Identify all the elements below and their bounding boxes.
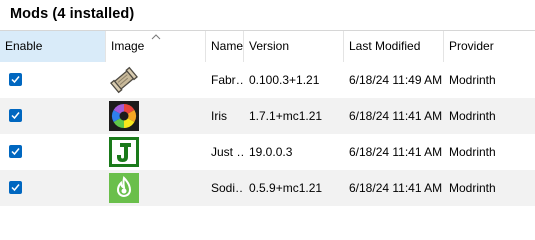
fabric-scroll-icon — [110, 66, 138, 94]
mod-provider: Modrinth — [449, 109, 496, 123]
checkmark-icon — [11, 184, 20, 192]
mod-provider: Modrinth — [449, 145, 496, 159]
table-row[interactable]: Fabr… 0.100.3+1.21 6/18/24 11:49 AM Modr… — [0, 62, 535, 98]
mod-last-modified: 6/18/24 11:41 AM — [349, 109, 443, 123]
column-header-enable[interactable]: Enable — [0, 31, 106, 62]
column-header-version[interactable]: Version — [244, 31, 344, 62]
mod-name: Iris — [211, 109, 227, 123]
mod-version: 0.100.3+1.21 — [249, 73, 320, 87]
checkmark-icon — [11, 148, 20, 156]
column-header-provider[interactable]: Provider — [444, 31, 535, 62]
sodium-flame-icon — [109, 173, 139, 203]
mod-provider: Modrinth — [449, 73, 496, 87]
sort-ascending-icon — [151, 34, 161, 40]
table-header: Enable Image Name Version Last Modified … — [0, 31, 535, 62]
mod-name: Fabr… — [211, 73, 244, 87]
checkmark-icon — [11, 112, 20, 120]
mod-name: Just … — [211, 145, 244, 159]
enable-checkbox[interactable] — [9, 109, 22, 122]
column-header-last-modified[interactable]: Last Modified — [344, 31, 444, 62]
enable-checkbox[interactable] — [9, 73, 22, 86]
table-row[interactable]: Just … 19.0.0.3 6/18/24 11:41 AM Modrint… — [0, 134, 535, 170]
enable-checkbox[interactable] — [9, 181, 22, 194]
enable-checkbox[interactable] — [9, 145, 22, 158]
checkmark-icon — [11, 76, 20, 84]
mod-name: Sodi… — [211, 181, 244, 195]
mod-last-modified: 6/18/24 11:41 AM — [349, 145, 443, 159]
table-row[interactable]: Iris 1.7.1+mc1.21 6/18/24 11:41 AM Modri… — [0, 98, 535, 134]
mod-last-modified: 6/18/24 11:49 AM — [349, 73, 443, 87]
column-header-name[interactable]: Name — [206, 31, 244, 62]
iris-aperture-icon — [109, 101, 139, 131]
mod-version: 0.5.9+mc1.21 — [249, 181, 323, 195]
mods-table: Enable Image Name Version Last Modified … — [0, 30, 535, 206]
table-row[interactable]: Sodi… 0.5.9+mc1.21 6/18/24 11:41 AM Modr… — [0, 170, 535, 206]
mods-title: Mods (4 installed) — [10, 6, 135, 22]
just-enough-items-j-icon — [109, 137, 139, 167]
mod-last-modified: 6/18/24 11:41 AM — [349, 181, 443, 195]
mod-provider: Modrinth — [449, 181, 496, 195]
mod-version: 19.0.0.3 — [249, 145, 293, 159]
mod-version: 1.7.1+mc1.21 — [249, 109, 323, 123]
